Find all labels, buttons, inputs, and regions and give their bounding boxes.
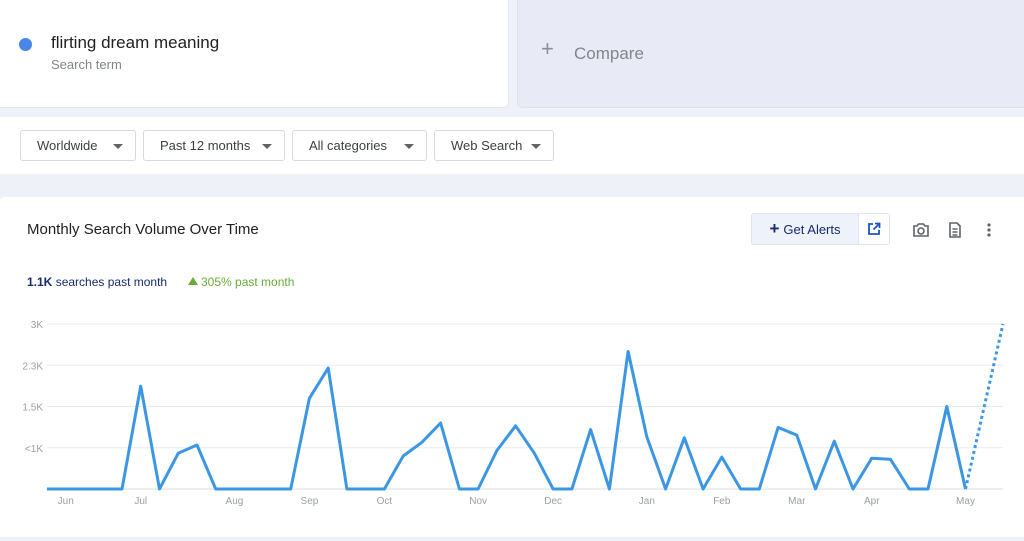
location-filter-label: Worldwide xyxy=(37,138,98,153)
caret-down-icon xyxy=(262,144,272,149)
term-color-dot xyxy=(19,38,32,51)
search-volume-chart: 3K 2.3K 1.5K <1K Jun Jul Aug Sep Oct Nov Dec Jan Feb… xyxy=(22,320,1005,507)
x-tick-label: Apr xyxy=(864,496,880,507)
y-tick-label: 2.3K xyxy=(22,361,43,372)
location-filter[interactable]: Worldwide xyxy=(20,130,136,161)
x-tick-label: Nov xyxy=(469,496,487,507)
x-tick-label: Jun xyxy=(58,496,74,507)
x-tick-label: Feb xyxy=(713,496,731,507)
y-tick-label: <1K xyxy=(25,444,43,455)
x-tick-label: May xyxy=(956,496,975,507)
search-term-subtitle: Search term xyxy=(51,57,122,72)
x-tick-label: Oct xyxy=(377,496,393,507)
plus-icon: + xyxy=(541,36,554,61)
search-type-filter[interactable]: Web Search xyxy=(434,130,554,161)
compare-label: Compare xyxy=(574,44,644,63)
x-tick-label: Dec xyxy=(544,496,562,507)
search-type-filter-label: Web Search xyxy=(451,138,523,153)
time-range-filter-label: Past 12 months xyxy=(160,138,251,153)
x-tick-label: Sep xyxy=(301,496,319,507)
x-tick-label: Mar xyxy=(788,496,806,507)
caret-down-icon xyxy=(404,144,414,149)
filter-bar: Worldwide Past 12 months All categories … xyxy=(0,117,1024,174)
category-filter[interactable]: All categories xyxy=(292,130,427,161)
caret-down-icon xyxy=(531,144,541,149)
category-filter-label: All categories xyxy=(309,138,388,153)
series-line xyxy=(47,350,967,491)
time-range-filter[interactable]: Past 12 months xyxy=(143,130,285,161)
x-tick-label: Jan xyxy=(639,496,655,507)
search-term-name: flirting dream meaning xyxy=(51,33,220,52)
x-tick-label: Jul xyxy=(134,496,147,507)
x-tick-label: Aug xyxy=(226,496,244,507)
search-term-card[interactable]: flirting dream meaning Search term xyxy=(0,0,509,108)
chart-card: Monthly Search Volume Over Time + Get Al… xyxy=(0,197,1024,537)
y-tick-label: 3K xyxy=(31,320,44,331)
caret-down-icon xyxy=(113,144,123,149)
y-tick-label: 1.5K xyxy=(22,403,43,414)
compare-button[interactable]: + Compare xyxy=(517,0,1024,108)
